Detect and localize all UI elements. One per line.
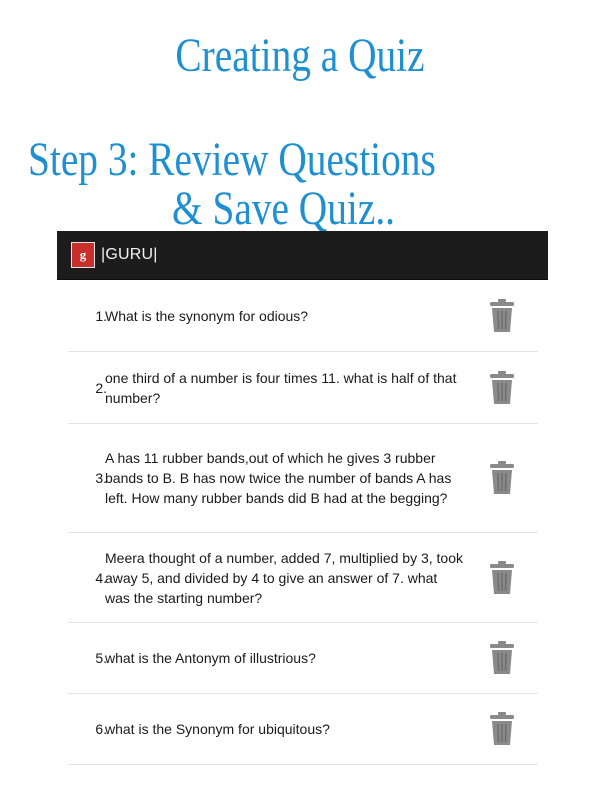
question-text: what is the Antonym of illustrious? (105, 650, 316, 666)
question-row-2[interactable]: 2. one third of a number is four times 1… (68, 352, 538, 424)
app-title: |GURU| (101, 246, 158, 263)
question-text: what is the Synonym for ubiquitous? (105, 721, 330, 737)
question-row-1[interactable]: 1. What is the synonym for odious? (68, 280, 538, 352)
question-text: one third of a number is four times 11. … (105, 369, 457, 406)
question-number: 1. (95, 307, 107, 324)
question-text: Meera thought of a number, added 7, mult… (105, 549, 464, 606)
trash-icon[interactable] (489, 560, 515, 595)
question-number: 4. (95, 569, 107, 586)
trash-icon[interactable] (489, 461, 515, 495)
question-number: 3. (95, 470, 107, 486)
question-number: 6. (95, 721, 107, 737)
action-bar: g |GURU| (57, 231, 548, 280)
promo-step-line-2: & Save Quiz.. (172, 182, 396, 235)
promo-step-line-1: Step 3: Review Questions (28, 133, 436, 186)
trash-icon[interactable] (489, 641, 515, 675)
trash-icon[interactable] (489, 298, 515, 333)
question-text: A has 11 rubber bands,out of which he gi… (105, 450, 452, 506)
question-number: 5. (95, 650, 107, 666)
question-text: What is the synonym for odious? (105, 307, 309, 324)
guru-app-icon[interactable]: g (71, 242, 95, 268)
question-row-6[interactable]: 6. what is the Synonym for ubiquitous? (68, 694, 538, 765)
question-row-5[interactable]: 5. what is the Antonym of illustrious? (68, 623, 538, 694)
promo-title: Creating a Quiz (175, 29, 425, 82)
question-row-4[interactable]: 4. Meera thought of a number, added 7, m… (68, 533, 538, 623)
trash-icon[interactable] (489, 712, 515, 746)
app-screen: g |GURU| 1. What is the synonym for odio… (57, 231, 548, 800)
question-row-3[interactable]: 3. A has 11 rubber bands,out of which he… (68, 424, 538, 533)
question-number: 2. (95, 379, 107, 396)
trash-icon[interactable] (489, 370, 515, 405)
